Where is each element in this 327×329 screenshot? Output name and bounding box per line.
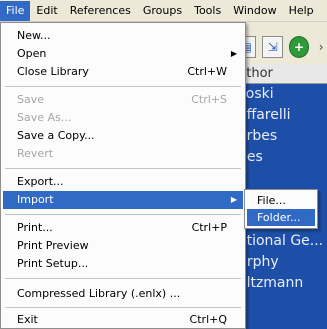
- menu-tools[interactable]: Tools: [188, 1, 227, 21]
- menu-item-label: Revert: [17, 147, 54, 160]
- menu-groups[interactable]: Groups: [137, 1, 188, 21]
- submenu-item-file[interactable]: File...: [247, 192, 315, 209]
- shortcut-label: Ctrl+S: [191, 93, 227, 106]
- menu-item-label: Save: [17, 93, 45, 106]
- menu-item-label: Compressed Library (.enlx) ...: [17, 287, 181, 300]
- menu-item-label: Close Library: [17, 65, 89, 78]
- menu-item-label: Open: [17, 47, 47, 60]
- menu-item-import[interactable]: Import ▶: [3, 191, 243, 209]
- menu-item-print-setup[interactable]: Print Setup...: [3, 255, 243, 273]
- menu-item-export[interactable]: Export...: [3, 173, 243, 191]
- toolbar-icon-export[interactable]: ⇲: [262, 36, 283, 58]
- menu-item-print[interactable]: Print... Ctrl+P: [3, 219, 243, 237]
- menu-item-new[interactable]: New...: [3, 27, 243, 45]
- menu-file[interactable]: File: [0, 0, 31, 21]
- menu-item-open[interactable]: Open ▶: [3, 45, 243, 63]
- shortcut-label: Ctrl+Q: [189, 313, 227, 326]
- menu-references[interactable]: References: [64, 1, 137, 21]
- submenu-arrow-icon: ▶: [230, 49, 237, 58]
- menu-help[interactable]: Help: [283, 1, 320, 21]
- toolbar-overflow-icon[interactable]: ›: [315, 36, 327, 58]
- menu-item-print-preview[interactable]: Print Preview: [3, 237, 243, 255]
- menu-item-exit[interactable]: Exit Ctrl+Q: [3, 311, 243, 329]
- menu-item-label: New...: [17, 29, 51, 42]
- menu-edit[interactable]: Edit: [30, 1, 63, 21]
- menu-separator: [5, 307, 241, 308]
- menu-item-label: Exit: [17, 313, 38, 326]
- add-reference-icon[interactable]: +: [288, 36, 310, 58]
- menu-item-compressed-library[interactable]: Compressed Library (.enlx) ...: [3, 285, 243, 303]
- menu-item-label: Print Setup...: [17, 257, 89, 270]
- file-menu-dropdown: New... Open ▶ Close Library Ctrl+W Save …: [0, 22, 246, 329]
- submenu-item-folder[interactable]: Folder...: [247, 209, 315, 226]
- menu-item-label: Save As...: [17, 111, 72, 124]
- menu-item-revert: Revert: [3, 145, 243, 163]
- menu-item-label: Print...: [17, 221, 53, 234]
- menu-window[interactable]: Window: [227, 1, 282, 21]
- shortcut-label: Ctrl+P: [191, 221, 227, 234]
- shortcut-label: Ctrl+W: [187, 65, 227, 78]
- menu-item-label: Export...: [17, 175, 64, 188]
- menu-item-label: Import: [17, 193, 54, 206]
- menu-item-label: Print Preview: [17, 239, 89, 252]
- menu-separator: [5, 168, 241, 169]
- menu-separator: [5, 86, 241, 87]
- menu-item-save: Save Ctrl+S: [3, 91, 243, 109]
- menu-bar: File Edit References Groups Tools Window…: [0, 0, 327, 22]
- menu-item-save-as: Save As...: [3, 109, 243, 127]
- submenu-arrow-icon: ▶: [230, 195, 237, 204]
- menu-separator: [5, 278, 241, 279]
- menu-item-save-a-copy[interactable]: Save a Copy...: [3, 127, 243, 145]
- import-submenu: File... Folder...: [244, 189, 318, 229]
- menu-item-close-library[interactable]: Close Library Ctrl+W: [3, 63, 243, 81]
- menu-item-label: Save a Copy...: [17, 129, 95, 142]
- menu-separator: [5, 214, 241, 215]
